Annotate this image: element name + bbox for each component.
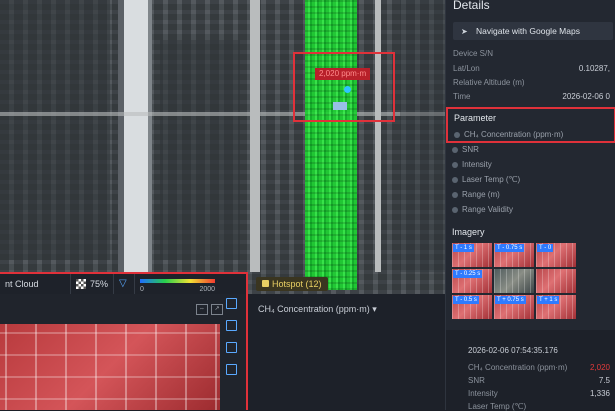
parameter-label: Laser Temp (℃): [462, 175, 521, 184]
road: [375, 0, 381, 272]
parameter-dot-icon: [452, 176, 458, 183]
scale-max-label: 2000: [199, 286, 216, 293]
imagery-thumb[interactable]: T - 0.5 s: [452, 295, 492, 319]
imagery-thumb[interactable]: T - 0: [536, 243, 576, 267]
field-value: 0.10287,: [578, 64, 610, 73]
hotspot-value-label: 2,020 ppm·m: [315, 68, 371, 80]
frame-tag: T - 1 s: [453, 244, 474, 252]
transparency-icon: [76, 279, 86, 289]
detail-label: SNR: [468, 376, 485, 385]
parameter-item-snr[interactable]: SNR: [452, 145, 479, 154]
parameter-item-range-validity[interactable]: Range Validity: [452, 205, 513, 214]
parameter-label: Intensity: [462, 160, 492, 169]
selected-point-details: 2026-02-06 07:54:35.176 CH₄ Concentratio…: [446, 330, 615, 411]
expand-icon[interactable]: ↗: [211, 304, 223, 315]
field-label: Device S/N: [453, 49, 494, 58]
panel-title: Details: [453, 0, 490, 12]
field-value: 2026-02-06 0: [562, 92, 610, 101]
parameter-highlight-box: Parameter CH₄ Concentration (ppm·m): [446, 107, 615, 143]
frame-tag: T - 0.75 s: [495, 244, 525, 252]
navigate-google-maps-button[interactable]: ➤ Navigate with Google Maps: [453, 22, 613, 40]
navigate-button-label: Navigate with Google Maps: [476, 26, 580, 36]
frame-tag: T + 1 s: [537, 296, 560, 304]
opacity-value: 75%: [90, 279, 109, 289]
navigate-icon: ➤: [461, 26, 468, 36]
image-preview[interactable]: [0, 324, 220, 410]
selected-timestamp: 2026-02-06 07:54:35.176: [468, 346, 558, 355]
detail-value: 7.5: [598, 376, 610, 385]
facility-block: [160, 40, 240, 260]
parameter-item-ch4[interactable]: CH₄ Concentration (ppm·m): [454, 130, 563, 139]
parameter-label: CH₄ Concentration (ppm·m): [464, 130, 564, 139]
preview-side-tools: [226, 298, 237, 375]
parameter-label: SNR: [462, 145, 479, 154]
map-toolbar: nt Cloud 75% ▽ 0 2000: [0, 272, 248, 294]
parameter-item-intensity[interactable]: Intensity: [452, 160, 492, 169]
imagery-thumb[interactable]: [494, 269, 534, 293]
detail-value: 1,336: [589, 389, 610, 398]
field-label: Lat/Lon: [453, 64, 480, 73]
parameter-label: Range Validity: [462, 205, 513, 214]
detail-label: Intensity: [468, 389, 498, 398]
facility-block: [0, 0, 110, 260]
imagery-grid: T - 1 s T - 0.75 s T - 0 T - 0.25 s T - …: [452, 243, 615, 325]
color-scale: 0 2000: [135, 274, 220, 294]
parameter-item-range[interactable]: Range (m): [452, 190, 500, 199]
imagery-thumb[interactable]: T + 0.75 s: [494, 295, 534, 319]
field-label: Relative Altitude (m): [453, 78, 525, 87]
parameter-dot-icon: [452, 146, 458, 153]
preview-controls: ⇔ ↗: [196, 304, 223, 315]
image-icon[interactable]: [226, 298, 237, 309]
color-scale-bar: [140, 279, 216, 283]
list-icon[interactable]: [226, 364, 237, 375]
imagery-thumb[interactable]: [536, 269, 576, 293]
point-cloud-label: nt Cloud: [5, 279, 39, 289]
frame-tag: T - 0.5 s: [453, 296, 479, 304]
metric-dropdown[interactable]: CH₄ Concentration (ppm·m) ▾: [258, 304, 377, 315]
metric-dropdown-label: CH₄ Concentration (ppm·m): [258, 304, 370, 314]
parameter-label: Range (m): [462, 190, 500, 199]
frame-tag: T + 0.75 s: [495, 296, 526, 304]
parameter-dot-icon: [452, 161, 458, 168]
table-icon[interactable]: [226, 342, 237, 353]
hotspot-dot[interactable]: [344, 86, 351, 93]
opacity-control[interactable]: 75%: [71, 274, 115, 294]
chevron-down-icon: ▾: [372, 304, 377, 314]
field-label: Time: [453, 92, 471, 101]
hotspot-tab-label: Hotspot (12): [272, 279, 322, 289]
image-preview-panel: ⇔ ↗: [0, 294, 248, 410]
parameter-title: Parameter: [454, 113, 497, 123]
fit-icon[interactable]: ⇔: [196, 304, 208, 315]
chart-panel: CH₄ Concentration (ppm·m) ▾: [248, 294, 445, 410]
imagery-thumb[interactable]: T + 1 s: [536, 295, 576, 319]
imagery-title: Imagery: [452, 227, 485, 237]
parameter-dot-icon: [452, 191, 458, 198]
parameter-dot-icon: [454, 131, 460, 138]
facility-block: [400, 0, 445, 272]
methane-plume-overlay: [305, 0, 357, 290]
point-cloud-toggle[interactable]: nt Cloud: [0, 274, 71, 294]
parameter-dot-icon: [452, 206, 458, 213]
hotspot-icon: [262, 280, 269, 287]
frame-tag: T - 0.25 s: [453, 270, 483, 278]
imagery-thumb[interactable]: T - 0.75 s: [494, 243, 534, 267]
detail-value: 2,020: [589, 363, 610, 372]
filter-icon: ▽: [119, 278, 127, 289]
hotspot-marker-pin[interactable]: [333, 102, 347, 110]
scale-min-label: 0: [140, 286, 144, 293]
imagery-thumb[interactable]: T - 0.25 s: [452, 269, 492, 293]
hotspot-tab[interactable]: Hotspot (12): [256, 277, 328, 291]
road: [250, 0, 260, 272]
details-panel: Details ➤ Navigate with Google Maps Devi…: [445, 0, 615, 411]
detail-label: CH₄ Concentration (ppm·m): [468, 363, 568, 372]
imagery-thumb[interactable]: T - 1 s: [452, 243, 492, 267]
filter-button[interactable]: ▽: [114, 274, 136, 294]
parameter-item-laser-temp[interactable]: Laser Temp (℃): [452, 175, 520, 184]
frame-tag: T - 0: [537, 244, 554, 252]
layers-icon[interactable]: [226, 320, 237, 331]
